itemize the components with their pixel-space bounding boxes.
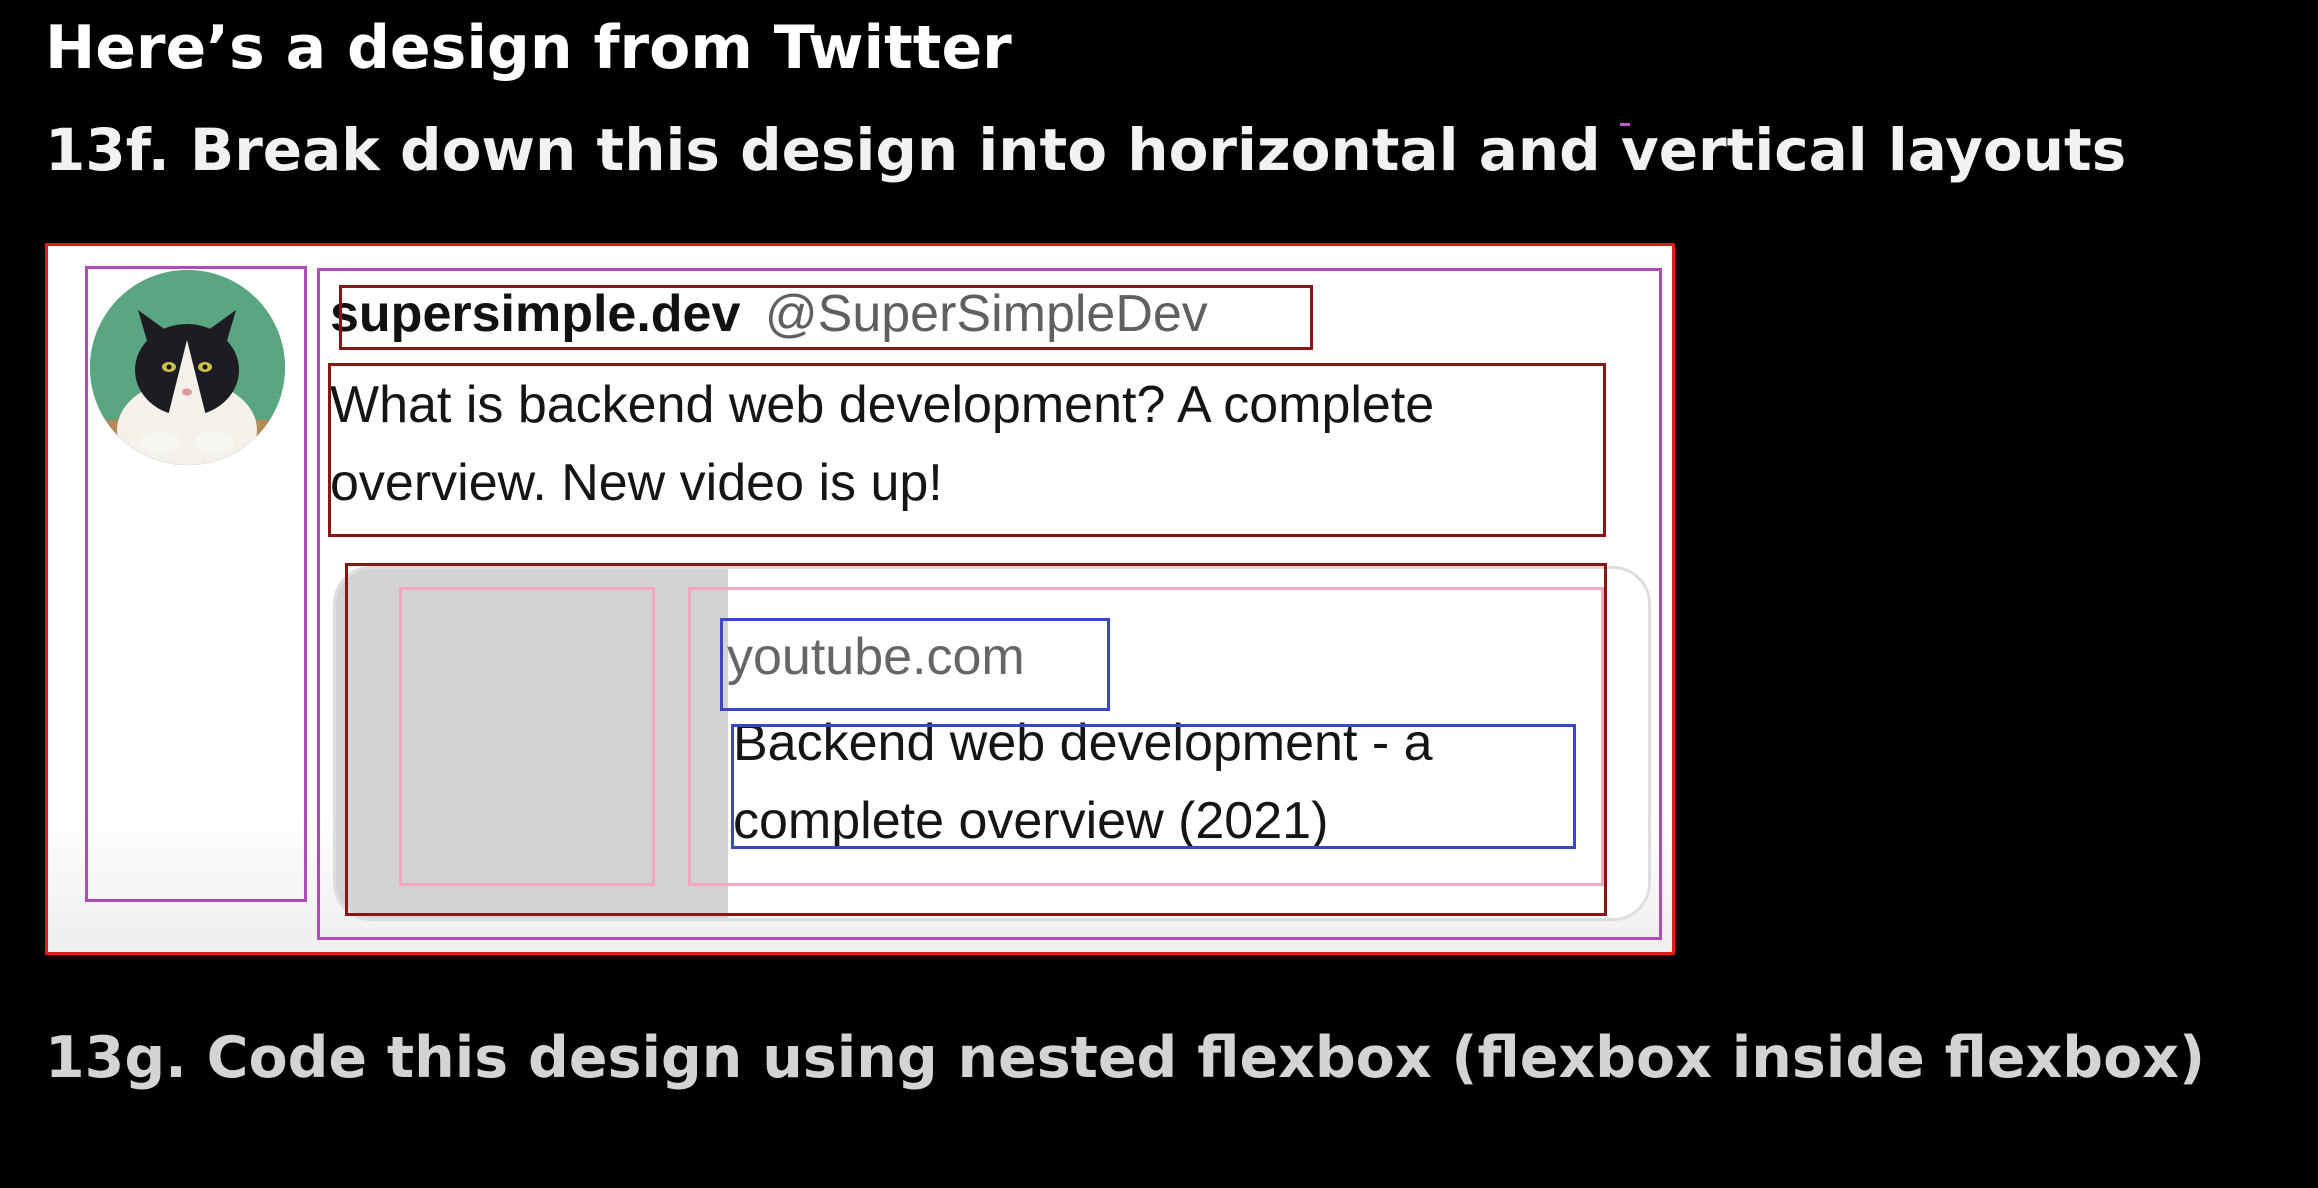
- user-handle[interactable]: @SuperSimpleDev: [765, 285, 1208, 343]
- cat-avatar-image: [90, 270, 285, 465]
- tweet-card[interactable]: supersimple.dev @SuperSimpleDev What is …: [45, 243, 1675, 955]
- link-title: Backend web development - a complete ove…: [733, 714, 1433, 850]
- link-thumbnail: [336, 569, 728, 918]
- tweet-text: What is backend web development? A compl…: [330, 376, 1435, 512]
- tweet-header: supersimple.dev @SuperSimpleDev: [330, 283, 1208, 345]
- slide-footer: 13g. Code this design using nested flexb…: [45, 1025, 2206, 1091]
- slide-title: Here’s a design from Twitter: [45, 13, 1012, 83]
- annotation-mark: [1620, 123, 1630, 126]
- avatar[interactable]: [90, 270, 285, 465]
- display-name[interactable]: supersimple.dev: [330, 285, 740, 343]
- slide-subtitle: 13f. Break down this design into horizon…: [45, 116, 2127, 184]
- link-domain: youtube.com: [727, 628, 1025, 686]
